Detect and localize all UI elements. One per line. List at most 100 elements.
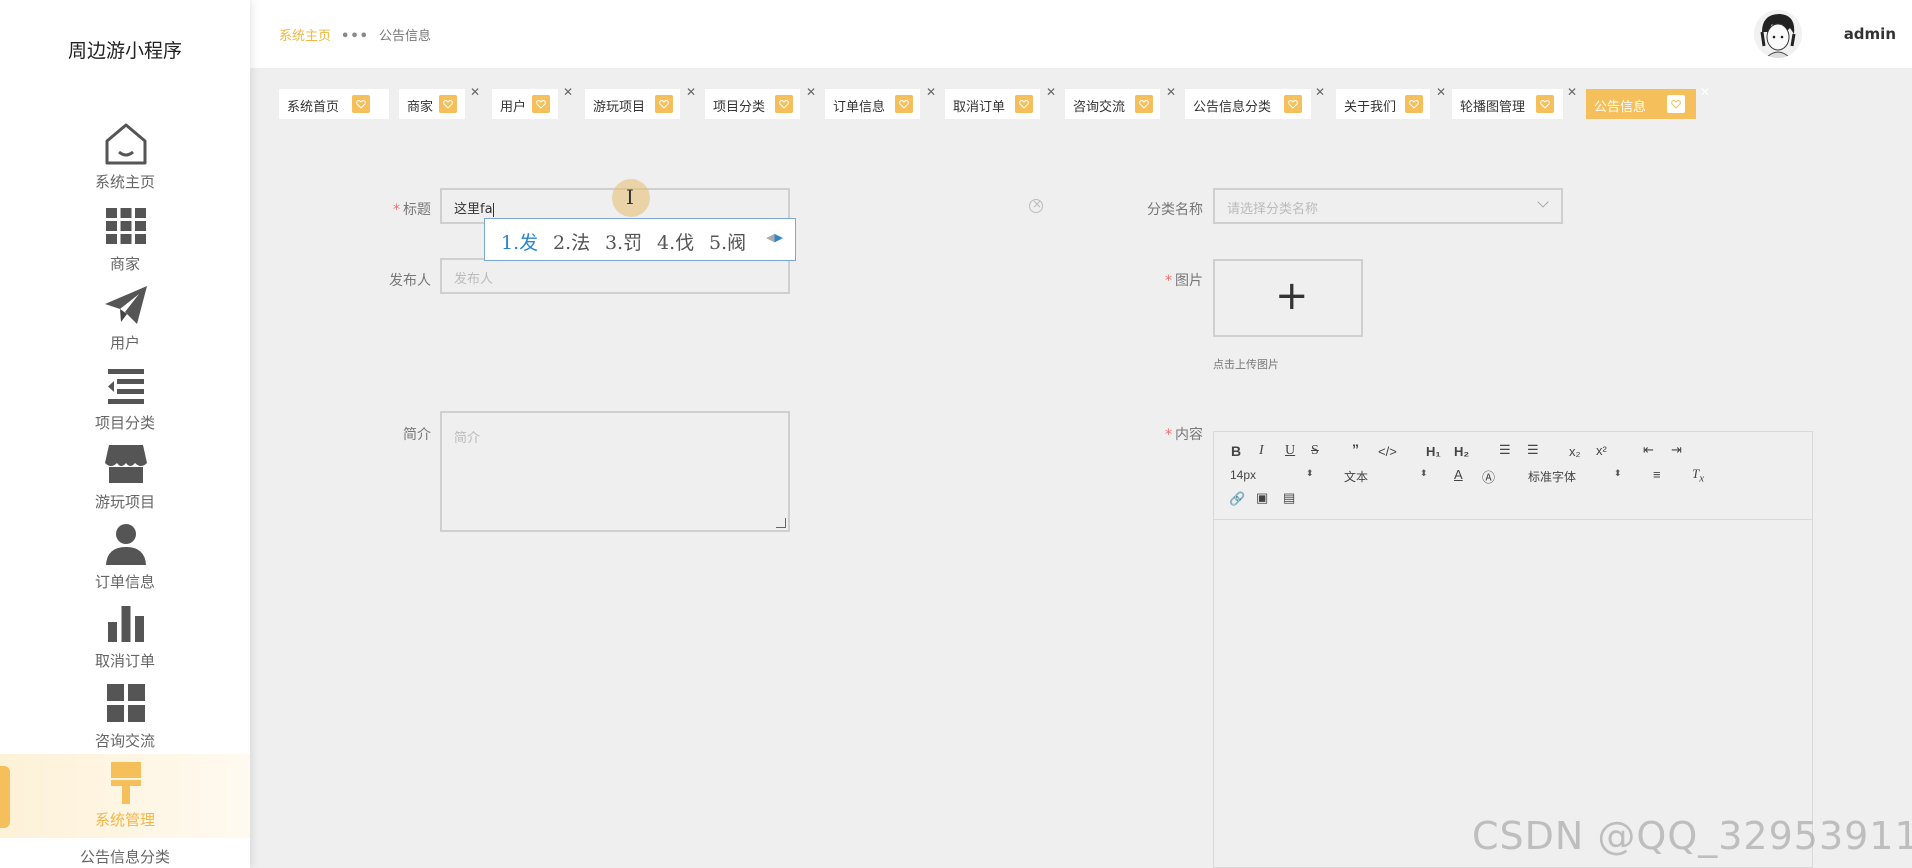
font-size-picker[interactable]: 14px ⬍ bbox=[1230, 468, 1314, 482]
breadcrumb-current: 公告信息 bbox=[378, 29, 431, 44]
close-icon[interactable]: ✕ bbox=[470, 85, 480, 99]
text-caret bbox=[492, 202, 494, 217]
tag-about[interactable]: 关于我们 ✕ bbox=[1336, 85, 1446, 119]
intro-textarea[interactable]: 简介 bbox=[440, 411, 790, 532]
bold-icon[interactable]: B bbox=[1231, 443, 1241, 459]
image-icon[interactable]: ▣ bbox=[1256, 490, 1268, 506]
picker-arrow-icon: ⬍ bbox=[1614, 468, 1622, 478]
ime-candidate[interactable]: 3.罚 bbox=[605, 228, 642, 255]
superscript-icon[interactable]: x² bbox=[1596, 443, 1607, 458]
blockquote-icon[interactable]: ” bbox=[1352, 441, 1359, 457]
clear-format-icon[interactable]: Tx bbox=[1692, 466, 1704, 485]
category-placeholder: 请选择分类名称 bbox=[1227, 202, 1319, 217]
tag-label: 商家 bbox=[407, 100, 434, 115]
tag-home[interactable]: 系统首页 bbox=[279, 89, 389, 119]
sidebar-item-label: 游玩项目 bbox=[94, 493, 155, 511]
ime-candidate[interactable]: 2.法 bbox=[553, 228, 590, 255]
breadcrumb-home[interactable]: 系统主页 bbox=[279, 29, 331, 44]
close-icon[interactable]: ✕ bbox=[563, 85, 573, 99]
tag-label: 订单信息 bbox=[833, 100, 886, 115]
heart-icon bbox=[1284, 95, 1302, 113]
tag-categories[interactable]: 项目分类 ✕ bbox=[705, 85, 816, 119]
sidebar-item-home[interactable]: 系统主页 bbox=[0, 118, 250, 196]
resize-handle-icon[interactable] bbox=[776, 518, 786, 528]
heading-picker[interactable]: 文本 ⬍ bbox=[1344, 468, 1428, 485]
sidebar-item-system[interactable]: 系统管理 bbox=[0, 754, 250, 838]
apps-icon bbox=[107, 684, 145, 722]
picker-arrow-icon: ⬍ bbox=[1420, 468, 1428, 478]
heart-icon bbox=[655, 95, 673, 113]
content-label: * 内容 bbox=[1165, 427, 1203, 443]
tag-label: 咨询交流 bbox=[1073, 100, 1126, 115]
heading1-icon[interactable]: H₁ bbox=[1426, 444, 1441, 459]
tag-cancel-orders[interactable]: 取消订单 ✕ bbox=[945, 85, 1056, 119]
close-icon[interactable]: ✕ bbox=[1436, 85, 1446, 99]
sidebar-item-orders[interactable]: 订单信息 bbox=[0, 518, 250, 596]
tag-carousel[interactable]: 轮播图管理 ✕ bbox=[1452, 85, 1577, 119]
avatar[interactable] bbox=[1754, 10, 1802, 58]
tag-notice-category[interactable]: 公告信息分类 ✕ bbox=[1185, 85, 1325, 119]
category-select[interactable]: 请选择分类名称 bbox=[1213, 188, 1563, 224]
ime-page-arrows-icon[interactable]: ◀▶ bbox=[766, 231, 783, 244]
image-upload-button[interactable]: + bbox=[1213, 259, 1363, 337]
breadcrumb: 系统主页 ••• 公告信息 bbox=[279, 25, 431, 44]
outdent-icon[interactable]: ⇤ bbox=[1643, 442, 1654, 458]
sidebar-item-consult[interactable]: 咨询交流 bbox=[0, 677, 250, 755]
tag-merchants[interactable]: 商家 ✕ bbox=[399, 85, 480, 119]
font-color-icon[interactable]: A bbox=[1454, 467, 1463, 482]
close-icon[interactable]: ✕ bbox=[806, 85, 816, 99]
shop-icon bbox=[105, 445, 147, 483]
strike-icon[interactable]: S bbox=[1311, 443, 1319, 459]
ordered-list-icon[interactable]: ☰ bbox=[1499, 442, 1511, 458]
bullet-list-icon[interactable]: ☰ bbox=[1527, 442, 1539, 458]
category-label: 分类名称 bbox=[1147, 202, 1203, 218]
background-color-icon[interactable]: Ⓐ bbox=[1482, 467, 1495, 486]
username[interactable]: admin bbox=[1844, 25, 1896, 43]
sidebar-item-label: 咨询交流 bbox=[94, 732, 155, 750]
breadcrumb-separator-icon: ••• bbox=[341, 29, 369, 44]
tag-consult[interactable]: 咨询交流 ✕ bbox=[1065, 85, 1176, 119]
heart-icon bbox=[532, 95, 550, 113]
grid-icon bbox=[106, 208, 146, 244]
close-icon[interactable]: ✕ bbox=[1567, 85, 1577, 99]
tag-label: 系统首页 bbox=[287, 100, 340, 115]
sidebar-item-users[interactable]: 用户 bbox=[0, 279, 250, 357]
close-icon[interactable]: ✕ bbox=[1700, 85, 1710, 99]
italic-icon[interactable]: I bbox=[1259, 443, 1264, 459]
tag-play-items[interactable]: 游玩项目 ✕ bbox=[585, 85, 696, 119]
link-icon[interactable]: 🔗 bbox=[1229, 491, 1245, 507]
ime-candidate[interactable]: 1.发 bbox=[501, 228, 538, 255]
sidebar-item-label: 用户 bbox=[109, 334, 140, 352]
sidebar-item-play-items[interactable]: 游玩项目 bbox=[0, 438, 250, 516]
sidebar-item-merchants[interactable]: 商家 bbox=[0, 200, 250, 278]
close-icon[interactable]: ✕ bbox=[1315, 85, 1325, 99]
close-icon[interactable]: ✕ bbox=[1166, 85, 1176, 99]
underline-icon[interactable]: U bbox=[1285, 443, 1295, 459]
indent-icon[interactable]: ⇥ bbox=[1671, 442, 1682, 458]
rich-text-editor[interactable]: B I U S ” </> H₁ H₂ ☰ ☰ x₂ x² ⇤ ⇥ 14px ⬍ … bbox=[1213, 431, 1813, 868]
publisher-input[interactable]: 发布人 bbox=[440, 258, 790, 294]
sidebar-item-cancel-orders[interactable]: 取消订单 bbox=[0, 597, 250, 675]
align-icon[interactable]: ≡ bbox=[1653, 467, 1661, 482]
tag-orders[interactable]: 订单信息 ✕ bbox=[825, 85, 936, 119]
subscript-icon[interactable]: x₂ bbox=[1569, 444, 1581, 459]
ime-candidate[interactable]: 4.伐 bbox=[657, 228, 694, 255]
heart-icon bbox=[1405, 95, 1423, 113]
sidebar-item-categories[interactable]: 项目分类 bbox=[0, 359, 250, 437]
close-icon[interactable]: ✕ bbox=[686, 85, 696, 99]
code-icon[interactable]: </> bbox=[1378, 444, 1397, 459]
close-icon[interactable]: ✕ bbox=[1046, 85, 1056, 99]
clear-icon[interactable] bbox=[1029, 197, 1043, 213]
tag-users[interactable]: 用户 ✕ bbox=[492, 85, 573, 119]
tag-label: 游玩项目 bbox=[593, 100, 646, 115]
video-icon[interactable]: ▤ bbox=[1283, 490, 1295, 506]
heart-icon bbox=[352, 95, 370, 113]
sidebar-subitem-notice-category[interactable]: 公告信息分类 bbox=[0, 846, 250, 867]
tag-notices[interactable]: 公告信息 ✕ bbox=[1586, 85, 1710, 119]
heading2-icon[interactable]: H₂ bbox=[1454, 444, 1469, 459]
ime-candidate[interactable]: 5.阀 bbox=[709, 228, 746, 255]
intro-placeholder: 简介 bbox=[454, 431, 481, 446]
close-icon[interactable]: ✕ bbox=[926, 85, 936, 99]
sidebar-item-label: 订单信息 bbox=[94, 573, 155, 591]
font-family-picker[interactable]: 标准字体 ⬍ bbox=[1528, 468, 1622, 485]
